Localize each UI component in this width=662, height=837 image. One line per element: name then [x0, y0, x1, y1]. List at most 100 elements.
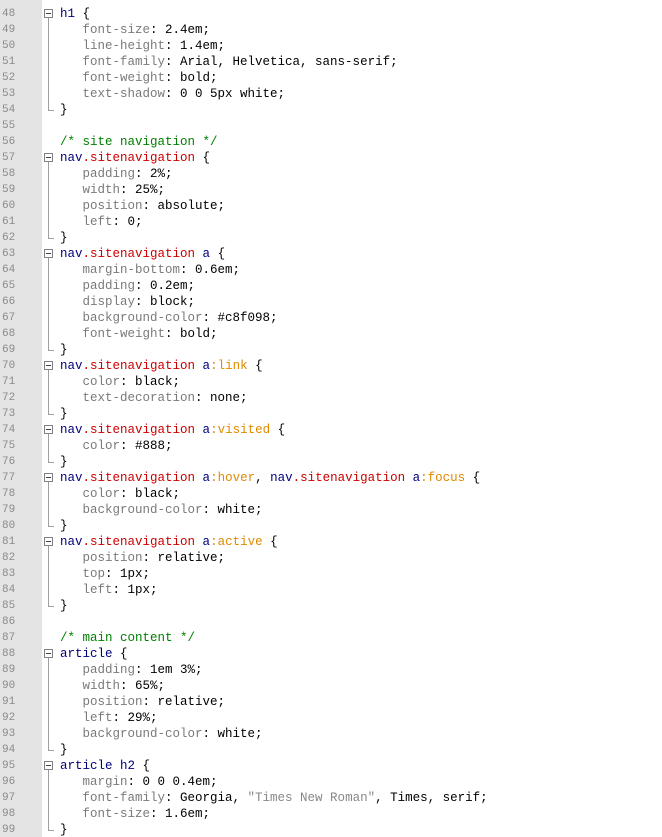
code-line[interactable]: 79 background-color: white; — [0, 502, 662, 518]
code-line[interactable]: 78 color: black; — [0, 486, 662, 502]
code-line[interactable]: 71 color: black; — [0, 374, 662, 390]
token-cmt: /* main content */ — [60, 631, 196, 645]
token-prop: padding — [60, 663, 136, 677]
token-val: : 1em 3%; — [135, 663, 203, 677]
line-number: 50 — [2, 40, 16, 52]
code-line[interactable]: 73} — [0, 406, 662, 422]
token-prop: left — [60, 215, 113, 229]
code-line[interactable]: 50 line-height: 1.4em; — [0, 38, 662, 54]
fold-guide — [43, 710, 57, 726]
code-line[interactable]: 84 left: 1px; — [0, 582, 662, 598]
code-line[interactable]: 98 font-size: 1.6em; — [0, 806, 662, 822]
code-line[interactable]: 65 padding: 0.2em; — [0, 278, 662, 294]
code-text: width: 65%; — [60, 678, 166, 694]
code-text: position: absolute; — [60, 198, 226, 214]
code-line[interactable]: 85} — [0, 598, 662, 614]
fold-guide-line — [48, 502, 49, 518]
code-line[interactable]: 67 background-color: #c8f098; — [0, 310, 662, 326]
fold-collapse-icon[interactable] — [43, 470, 57, 486]
code-line[interactable]: 49 font-size: 2.4em; — [0, 22, 662, 38]
code-line[interactable]: 92 left: 29%; — [0, 710, 662, 726]
code-line[interactable]: 80} — [0, 518, 662, 534]
code-line[interactable]: 96 margin: 0 0 0.4em; — [0, 774, 662, 790]
fold-collapse-icon[interactable] — [43, 646, 57, 662]
code-text: margin: 0 0 0.4em; — [60, 774, 218, 790]
code-line[interactable]: 56 /* site navigation */ — [0, 134, 662, 150]
token-sel: nav — [60, 471, 83, 485]
line-number: 71 — [2, 376, 16, 388]
code-line[interactable]: 52 font-weight: bold; — [0, 70, 662, 86]
code-line[interactable]: 87 /* main content */ — [0, 630, 662, 646]
code-text: nav.sitenavigation a:active { — [60, 534, 278, 550]
token-prop: margin-bottom — [60, 263, 181, 277]
token-pun: } — [60, 103, 68, 117]
line-number: 56 — [2, 136, 16, 148]
fold-collapse-icon[interactable] — [43, 6, 57, 22]
code-line[interactable]: 86 — [0, 614, 662, 630]
code-line[interactable]: 77 nav.sitenavigation a:hover, nav.sitena… — [0, 470, 662, 486]
fold-collapse-icon[interactable] — [43, 758, 57, 774]
code-line[interactable]: 89 padding: 1em 3%; — [0, 662, 662, 678]
code-line[interactable]: 82 position: relative; — [0, 550, 662, 566]
code-line[interactable]: 83 top: 1px; — [0, 566, 662, 582]
line-number: 89 — [2, 664, 16, 676]
code-line[interactable]: 81 nav.sitenavigation a:active { — [0, 534, 662, 550]
code-line[interactable]: 51 font-family: Arial, Helvetica, sans-s… — [0, 54, 662, 70]
fold-guide-line — [48, 54, 49, 70]
code-line[interactable]: 88 article { — [0, 646, 662, 662]
fold-collapse-icon[interactable] — [43, 534, 57, 550]
code-text: h1 { — [60, 6, 90, 22]
code-line[interactable]: 60 position: absolute; — [0, 198, 662, 214]
code-line[interactable]: 74 nav.sitenavigation a:visited { — [0, 422, 662, 438]
code-line[interactable]: 97 font-family: Georgia, "Times New Roma… — [0, 790, 662, 806]
code-line[interactable]: 48 h1 { — [0, 6, 662, 22]
code-line[interactable]: 75 color: #888; — [0, 438, 662, 454]
code-line[interactable]: 94} — [0, 742, 662, 758]
line-number: 51 — [2, 56, 16, 68]
token-val: : 2.4em; — [150, 23, 211, 37]
code-line[interactable]: 68 font-weight: bold; — [0, 326, 662, 342]
token-sel: a — [195, 359, 211, 373]
line-number: 73 — [2, 408, 16, 420]
code-line[interactable]: 59 width: 25%; — [0, 182, 662, 198]
code-text: font-family: Arial, Helvetica, sans-seri… — [60, 54, 398, 70]
code-line[interactable]: 57 nav.sitenavigation { — [0, 150, 662, 166]
code-line[interactable]: 55 — [0, 118, 662, 134]
fold-collapse-icon[interactable] — [43, 150, 57, 166]
token-prop: font-family — [60, 791, 166, 805]
code-line[interactable]: 66 display: block; — [0, 294, 662, 310]
code-line[interactable]: 62} — [0, 230, 662, 246]
code-line[interactable]: 72 text-decoration: none; — [0, 390, 662, 406]
token-pun: } — [60, 343, 68, 357]
fold-collapse-icon[interactable] — [43, 246, 57, 262]
token-pun: { — [247, 359, 263, 373]
token-pun: } — [60, 743, 68, 757]
code-line[interactable]: 70 nav.sitenavigation a:link { — [0, 358, 662, 374]
code-line[interactable]: 90 width: 65%; — [0, 678, 662, 694]
token-val: : white; — [202, 503, 263, 517]
code-line[interactable]: 99} — [0, 822, 662, 837]
code-line[interactable]: 69} — [0, 342, 662, 358]
line-number: 83 — [2, 568, 16, 580]
code-line[interactable]: 64 margin-bottom: 0.6em; — [0, 262, 662, 278]
fold-end-tick — [48, 750, 54, 751]
code-line[interactable]: 91 position: relative; — [0, 694, 662, 710]
code-line[interactable]: 61 left: 0; — [0, 214, 662, 230]
code-line[interactable]: 54} — [0, 102, 662, 118]
code-line[interactable]: 63 nav.sitenavigation a { — [0, 246, 662, 262]
code-line[interactable]: 76} — [0, 454, 662, 470]
line-number: 88 — [2, 648, 16, 660]
code-text: background-color: #c8f098; — [60, 310, 278, 326]
code-line[interactable]: 95 article h2 { — [0, 758, 662, 774]
code-line[interactable]: 93 background-color: white; — [0, 726, 662, 742]
fold-collapse-icon[interactable] — [43, 358, 57, 374]
fold-collapse-icon[interactable] — [43, 422, 57, 438]
line-number: 72 — [2, 392, 16, 404]
token-cls: .sitenavigation — [82, 359, 196, 373]
line-number: 54 — [2, 104, 16, 116]
token-prop: font-family — [60, 55, 166, 69]
code-line[interactable]: 53 text-shadow: 0 0 5px white; — [0, 86, 662, 102]
code-editor[interactable]: 48 h1 {49 font-size: 2.4em; 50 line-height… — [0, 0, 662, 837]
code-text: } — [60, 102, 68, 118]
code-line[interactable]: 58 padding: 2%; — [0, 166, 662, 182]
